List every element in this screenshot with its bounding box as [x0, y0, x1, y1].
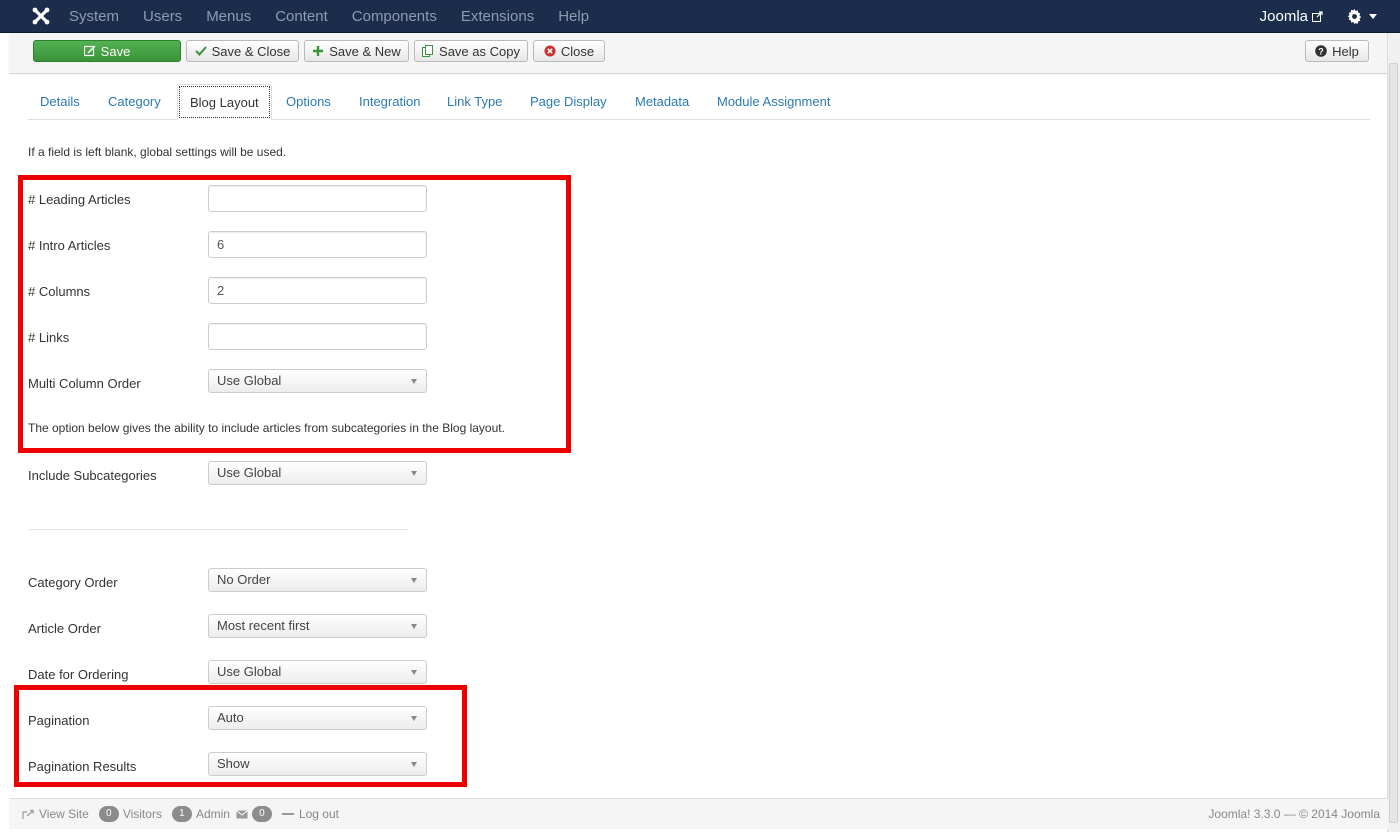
save-close-label: Save & Close: [211, 43, 291, 59]
menu-extensions[interactable]: Extensions: [461, 8, 534, 25]
category-order-value: No Order: [217, 572, 271, 587]
menu-help[interactable]: Help: [558, 8, 589, 25]
tab-module-assignment[interactable]: Module Assignment: [705, 84, 842, 119]
date-for-ordering-select[interactable]: Use Global: [208, 660, 427, 684]
chevron-down-icon: [411, 471, 417, 476]
tab-category[interactable]: Category: [96, 84, 173, 119]
save-copy-label: Save as Copy: [439, 43, 520, 59]
logout-label: Log out: [298, 807, 339, 821]
date-for-ordering-value: Use Global: [217, 664, 282, 679]
footer-left: View Site 0 Visitors 1 Admin 0 Log out: [22, 799, 345, 829]
highlight-box-layout: [18, 175, 571, 453]
plus-icon: [313, 46, 324, 56]
site-link-label: Joomla: [1259, 7, 1308, 25]
external-link-icon: [1312, 10, 1323, 22]
share-icon: [22, 809, 34, 819]
toolbar: Save Save & Close Save & New Save as Cop…: [9, 33, 1388, 74]
include-subcategories-select[interactable]: Use Global: [208, 461, 427, 485]
category-order-label: Category Order: [28, 575, 118, 590]
global-settings-note: If a field is left blank, global setting…: [28, 145, 287, 159]
edit-icon: [83, 45, 96, 57]
tab-blog-layout[interactable]: Blog Layout: [177, 84, 272, 120]
include-subcategories-row: Include Subcategories Use Global: [28, 461, 448, 489]
menu-system[interactable]: System: [69, 8, 119, 25]
status-footer: View Site 0 Visitors 1 Admin 0 Log out J…: [9, 798, 1388, 829]
highlight-box-pagination: [14, 685, 467, 787]
envelope-icon: [236, 809, 248, 818]
help-button[interactable]: ? Help: [1305, 40, 1369, 62]
save-new-button[interactable]: Save & New: [304, 40, 409, 62]
user-menu-toggle[interactable]: [1347, 8, 1378, 24]
article-order-value: Most recent first: [217, 618, 310, 633]
question-circle-icon: ?: [1315, 45, 1327, 57]
tab-options[interactable]: Options: [274, 84, 343, 119]
version-info: Joomla! 3.3.0 — © 2014 Joomla: [1208, 807, 1380, 821]
category-order-row: Category Order No Order: [28, 568, 448, 596]
save-new-label: Save & New: [329, 43, 401, 59]
article-order-row: Article Order Most recent first: [28, 614, 448, 642]
admin-status[interactable]: 1 Admin: [168, 806, 230, 822]
include-subcategories-value: Use Global: [217, 465, 282, 480]
top-navbar: System Users Menus Content Components Ex…: [0, 0, 1400, 33]
save-button[interactable]: Save: [33, 40, 181, 62]
tab-metadata[interactable]: Metadata: [623, 84, 701, 119]
category-order-select[interactable]: No Order: [208, 568, 427, 592]
tab-page-display[interactable]: Page Display: [518, 84, 619, 119]
help-label: Help: [1332, 43, 1359, 59]
include-subcategories-label: Include Subcategories: [28, 468, 157, 483]
scrollbar-thumb[interactable]: [1389, 63, 1398, 823]
chevron-down-icon: [411, 578, 417, 583]
article-order-select[interactable]: Most recent first: [208, 614, 427, 638]
messages-count-badge: 0: [251, 806, 272, 822]
check-icon: [194, 46, 207, 56]
chevron-down-icon: [411, 670, 417, 675]
tab-link-type[interactable]: Link Type: [435, 84, 514, 119]
close-label: Close: [560, 43, 595, 59]
menu-content[interactable]: Content: [275, 8, 328, 25]
visitors-label: Visitors: [122, 807, 162, 821]
logout-link[interactable]: Log out: [281, 807, 339, 821]
joomla-logo-icon[interactable]: [29, 4, 53, 28]
chevron-down-icon: [411, 624, 417, 629]
vertical-scrollbar[interactable]: [1387, 33, 1400, 832]
article-order-label: Article Order: [28, 621, 101, 636]
visitors-count-badge: 0: [98, 806, 119, 822]
main-menu: System Users Menus Content Components Ex…: [69, 0, 613, 32]
admin-label: Admin: [195, 807, 230, 821]
view-site-link[interactable]: View Site: [22, 807, 89, 821]
close-button[interactable]: Close: [533, 40, 605, 62]
visitors-status[interactable]: 0 Visitors: [95, 806, 162, 822]
save-copy-button[interactable]: Save as Copy: [414, 40, 528, 62]
view-site-label: View Site: [39, 807, 89, 821]
save-close-button[interactable]: Save & Close: [186, 40, 299, 62]
svg-text:?: ?: [1318, 47, 1324, 57]
menu-menus[interactable]: Menus: [206, 8, 251, 25]
menu-users[interactable]: Users: [143, 8, 182, 25]
menu-components[interactable]: Components: [352, 8, 437, 25]
messages-status[interactable]: 0: [236, 806, 276, 822]
section-divider: [28, 529, 408, 530]
admin-count-badge: 1: [171, 806, 192, 822]
tab-details[interactable]: Details: [28, 84, 92, 119]
site-link[interactable]: Joomla: [1260, 8, 1323, 25]
caret-down-icon: [1369, 14, 1377, 19]
navbar-right: Joomla: [1260, 0, 1378, 32]
tab-integration[interactable]: Integration: [347, 84, 432, 119]
close-circle-icon: [544, 45, 556, 57]
date-for-ordering-label: Date for Ordering: [28, 667, 129, 682]
gear-icon: [1347, 8, 1362, 24]
minus-icon: [281, 813, 294, 815]
date-for-ordering-row: Date for Ordering Use Global: [28, 660, 448, 688]
tab-bar: Details Category Blog Layout Options Int…: [28, 84, 1370, 120]
copy-icon: [422, 45, 434, 57]
save-label: Save: [100, 43, 131, 59]
